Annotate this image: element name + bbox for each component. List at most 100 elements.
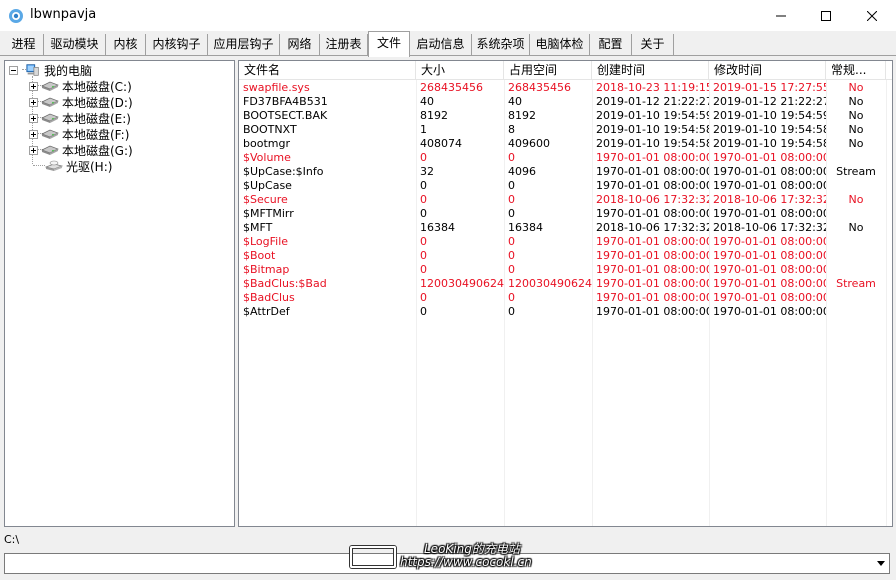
tab-process[interactable]: 进程 (4, 34, 44, 56)
tree-item-my-computer[interactable]: 我的电脑 (9, 62, 92, 78)
cell-name: $Boot (243, 249, 276, 262)
tree-item-label: 本地磁盘(C:) (62, 79, 132, 94)
table-row[interactable]: $UpCase 0 0 1970-01-01 08:00:00 1970-01-01 0… (239, 179, 892, 193)
cell-name: $UpCase (243, 179, 292, 192)
combo-dropdown-button[interactable] (872, 554, 889, 573)
cell-created: 2018-10-06 17:32:32 (596, 193, 709, 206)
tab-config[interactable]: 配置 (590, 34, 632, 56)
cell-normal: No (848, 193, 864, 206)
current-path: C:\ (4, 533, 20, 546)
table-row[interactable]: $UpCase:$Info 32 4096 1970-01-01 08:00:00 19… (239, 165, 892, 179)
cell-name: $BadClus (243, 291, 295, 304)
table-row[interactable]: $LogFile 0 0 1970-01-01 08:00:00 1970-01-01 … (239, 235, 892, 249)
cell-name: BOOTSECT.BAK (243, 109, 328, 122)
table-row[interactable]: $BadClus:$Bad 120030490624 120030490624 197… (239, 277, 892, 291)
cell-size: 0 (420, 249, 427, 262)
cell-normal: No (848, 137, 864, 150)
minimize-button[interactable] (758, 0, 804, 31)
table-row[interactable]: BOOTSECT.BAK 8192 8192 2019-01-10 19:54:59 2… (239, 109, 892, 123)
file-list[interactable]: 文件名 大小 占用空间 创建时间 修改时间 常规... swapfile.sys… (238, 60, 893, 527)
column-header-modified[interactable]: 修改时间 (709, 61, 826, 80)
table-row[interactable]: $Volume 0 0 1970-01-01 08:00:00 1970-01-01 0… (239, 151, 892, 165)
close-button[interactable] (849, 0, 895, 31)
cell-modified: 1970-01-01 08:00:00 (713, 151, 826, 164)
minimize-icon (776, 15, 786, 16)
table-row[interactable]: $Boot 0 0 1970-01-01 08:00:00 1970-01-01 08:… (239, 249, 892, 263)
cell-modified: 1970-01-01 08:00:00 (713, 305, 826, 318)
expand-icon[interactable] (29, 97, 38, 107)
tree-item-label: 本地磁盘(G:) (62, 143, 133, 158)
tree-item-label: 本地磁盘(D:) (62, 95, 133, 110)
tree-item-drive-g[interactable]: 本地磁盘(G:) (29, 142, 133, 158)
tree-item-label: 光驱(H:) (66, 159, 113, 174)
cell-alloc: 0 (508, 263, 515, 276)
table-row[interactable]: $BadClus 0 0 1970-01-01 08:00:00 1970-01-01 … (239, 291, 892, 305)
column-header-created[interactable]: 创建时间 (592, 61, 709, 80)
tree-item-drive-f[interactable]: 本地磁盘(F:) (29, 126, 129, 142)
tree-item-drive-c[interactable]: 本地磁盘(C:) (29, 78, 132, 94)
cell-name: $MFTMirr (243, 207, 294, 220)
column-header-size[interactable]: 大小 (416, 61, 504, 80)
tab-bar: 进程 驱动模块 内核 内核钩子 应用层钩子 网络 注册表 文件 启动信息 系统杂… (0, 31, 896, 57)
tree-item-optical-h[interactable]: 光驱(H:) (45, 158, 112, 174)
cell-alloc: 8 (508, 123, 515, 136)
expand-icon[interactable] (29, 129, 38, 139)
tab-driver-modules[interactable]: 驱动模块 (44, 34, 106, 56)
table-row[interactable]: $AttrDef 0 0 1970-01-01 08:00:00 1970-01-01 … (239, 305, 892, 319)
cell-modified: 1970-01-01 08:00:00 (713, 291, 826, 304)
tab-pc-checkup[interactable]: 电脑体检 (530, 34, 590, 56)
tab-kernel-hooks[interactable]: 内核钩子 (146, 34, 208, 56)
cell-size: 0 (420, 305, 427, 318)
cell-name: swapfile.sys (243, 81, 310, 94)
hard-drive-icon (41, 97, 59, 107)
tab-kernel[interactable]: 内核 (106, 34, 146, 56)
table-row[interactable]: $Bitmap 0 0 1970-01-01 08:00:00 1970-01-01 0… (239, 263, 892, 277)
computer-icon (26, 64, 39, 76)
tab-about[interactable]: 关于 (632, 34, 674, 56)
column-header-allocated[interactable]: 占用空间 (504, 61, 592, 80)
cell-alloc: 0 (508, 193, 515, 206)
cell-created: 2019-01-10 19:54:58 (596, 137, 709, 150)
optical-drive-icon (45, 160, 63, 171)
column-header-filename[interactable]: 文件名 (239, 61, 416, 80)
collapse-icon[interactable] (9, 65, 18, 75)
cell-size: 268435456 (420, 81, 483, 94)
table-row[interactable]: $MFT 16384 16384 2018-10-06 17:32:32 2018-10… (239, 221, 892, 235)
cell-normal: No (848, 221, 864, 234)
cell-alloc: 120030490624 (508, 277, 592, 290)
tab-system-misc[interactable]: 系统杂项 (472, 34, 530, 56)
maximize-icon (821, 10, 831, 21)
tab-network[interactable]: 网络 (280, 34, 320, 56)
hard-drive-icon (41, 129, 59, 139)
expand-icon[interactable] (29, 145, 38, 155)
expand-icon[interactable] (29, 113, 38, 123)
tree-item-drive-d[interactable]: 本地磁盘(D:) (29, 94, 133, 110)
tree-item-drive-e[interactable]: 本地磁盘(E:) (29, 110, 131, 126)
table-row[interactable]: bootmgr 408074 409600 2019-01-10 19:54:58 20… (239, 137, 892, 151)
cell-alloc: 0 (508, 291, 515, 304)
maximize-button[interactable] (803, 0, 849, 31)
cell-name: BOOTNXT (243, 123, 297, 136)
drive-tree[interactable]: 我的电脑 本地磁盘(C:) 本地磁盘(D:) 本地磁盘(E:) 本地磁盘(F:)… (4, 60, 235, 527)
column-header-normal[interactable]: 常规... (826, 61, 886, 80)
table-row[interactable]: $MFTMirr 0 0 1970-01-01 08:00:00 1970-01-01 … (239, 207, 892, 221)
tab-app-hooks[interactable]: 应用层钩子 (208, 34, 280, 56)
table-row[interactable]: swapfile.sys 268435456 268435456 2018-10-23… (239, 81, 892, 95)
cell-created: 1970-01-01 08:00:00 (596, 277, 709, 290)
cell-size: 0 (420, 151, 427, 164)
expand-icon[interactable] (29, 81, 38, 91)
tab-startup-info[interactable]: 启动信息 (410, 34, 472, 56)
table-row[interactable]: BOOTNXT 1 8 2019-01-10 19:54:58 2019-01-10 1… (239, 123, 892, 137)
tab-file[interactable]: 文件 (368, 31, 410, 57)
cell-size: 0 (420, 263, 427, 276)
tree-connector (33, 165, 45, 166)
cell-alloc: 409600 (508, 137, 550, 150)
cell-alloc: 0 (508, 235, 515, 248)
cell-modified: 2019-01-10 19:54:58 (713, 137, 826, 150)
close-icon (867, 10, 877, 21)
table-row[interactable]: $Secure 0 0 2018-10-06 17:32:32 2018-10-06 1… (239, 193, 892, 207)
cell-modified: 1970-01-01 08:00:00 (713, 263, 826, 276)
cell-modified: 1970-01-01 08:00:00 (713, 179, 826, 192)
tab-registry[interactable]: 注册表 (320, 34, 368, 56)
table-row[interactable]: FD37BFA4B531 40 40 2019-01-12 21:22:27 2019-… (239, 95, 892, 109)
